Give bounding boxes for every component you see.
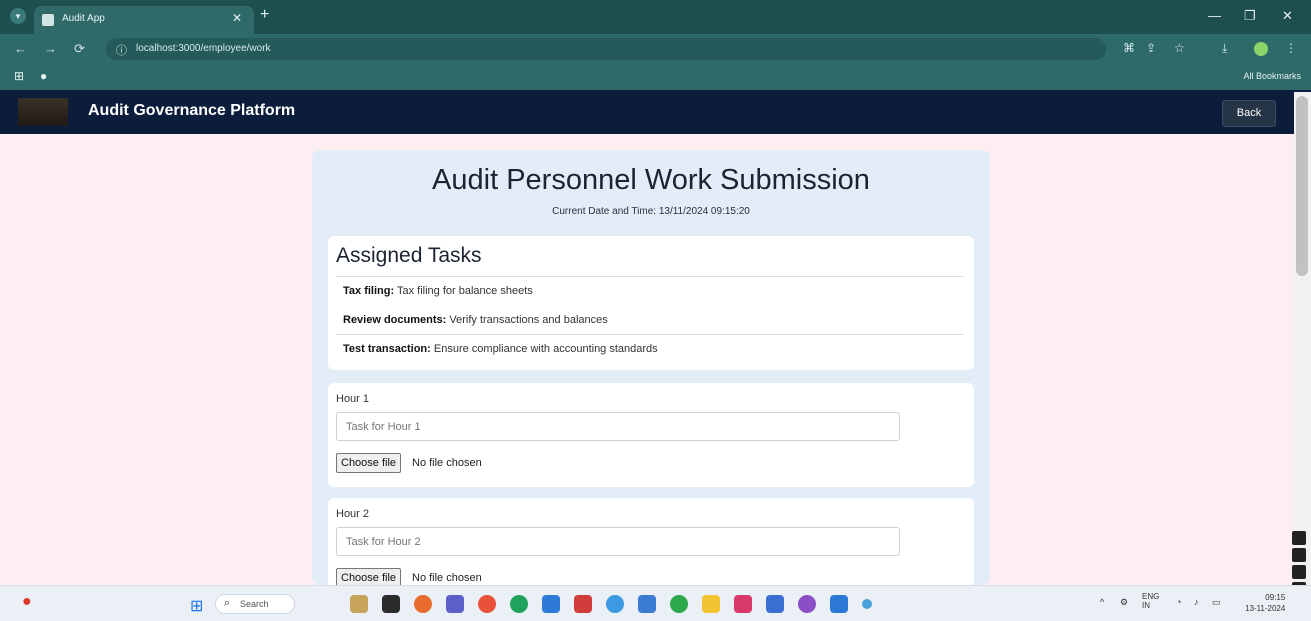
download-icon[interactable]: ⤓ bbox=[1222, 41, 1227, 56]
widget-icon[interactable] bbox=[1292, 531, 1306, 545]
app-icon[interactable] bbox=[670, 595, 688, 613]
app-title: Audit Governance Platform bbox=[88, 102, 296, 119]
reload-icon[interactable]: ⟳ bbox=[74, 41, 85, 57]
menu-icon[interactable]: ⋮ bbox=[1285, 41, 1297, 55]
taskbar-search[interactable]: ⌕ Search bbox=[215, 594, 295, 614]
hour-task-input[interactable] bbox=[336, 412, 900, 441]
tab-close-icon[interactable]: ✕ bbox=[232, 11, 242, 25]
choose-file-button[interactable]: Choose file bbox=[336, 453, 402, 473]
file-explorer-icon[interactable] bbox=[702, 595, 720, 613]
task-description: Verify transactions and balances bbox=[449, 314, 608, 326]
app-logo bbox=[18, 98, 68, 126]
forward-arrow-icon[interactable]: → bbox=[44, 41, 57, 56]
url-text: localhost:3000/employee/work bbox=[136, 43, 271, 54]
file-status: No file chosen bbox=[412, 457, 482, 469]
app-icon[interactable] bbox=[606, 595, 624, 613]
new-tab-icon[interactable]: + bbox=[260, 6, 269, 24]
app-icon[interactable] bbox=[414, 595, 432, 613]
back-arrow-icon[interactable]: ← bbox=[14, 41, 27, 56]
current-datetime: Current Date and Time: 13/11/2024 09:15:… bbox=[552, 206, 750, 217]
app-icon[interactable] bbox=[798, 595, 816, 613]
bookmark-globe-icon[interactable]: ● bbox=[40, 69, 47, 83]
hour-task-input[interactable] bbox=[336, 527, 900, 556]
address-toolbar: ← → ⟳ ⓘ localhost:3000/employee/work ⌘ ⇪… bbox=[0, 34, 1311, 64]
apps-grid-icon[interactable]: ⊞ bbox=[14, 69, 24, 83]
minimize-icon[interactable]: — bbox=[1208, 8, 1221, 23]
search-icon: ⌕ bbox=[224, 597, 231, 609]
hour-entry: Hour 2 Choose file No file chosen bbox=[328, 498, 974, 585]
browser-tab-strip: ▾ Audit App ✕ + — ❐ ✕ bbox=[0, 0, 1311, 34]
assigned-tasks-heading: Assigned Tasks bbox=[336, 244, 482, 267]
task-name: Review documents: bbox=[343, 314, 447, 326]
hour-label: Hour 1 bbox=[336, 393, 370, 405]
translate-icon[interactable]: ⌘ bbox=[1123, 41, 1135, 55]
task-item: Test transaction: Ensure compliance with… bbox=[336, 334, 964, 364]
tab-favicon-icon bbox=[42, 14, 54, 26]
all-bookmarks-link[interactable]: All Bookmarks bbox=[1243, 71, 1301, 81]
taskview-icon[interactable] bbox=[382, 595, 400, 613]
taskbar-clock[interactable]: 09:15 13-11-2024 bbox=[1245, 592, 1285, 614]
browser-tab[interactable]: Audit App ✕ bbox=[34, 6, 254, 34]
app-icon[interactable] bbox=[638, 595, 656, 613]
store-icon[interactable] bbox=[542, 595, 560, 613]
app-icon[interactable] bbox=[734, 595, 752, 613]
hour-entry: Hour 1 Choose file No file chosen bbox=[328, 383, 974, 487]
weather-icon[interactable]: ● bbox=[22, 593, 32, 611]
teams-icon[interactable] bbox=[446, 595, 464, 613]
language-indicator[interactable]: ENG IN bbox=[1142, 592, 1162, 610]
video-icon[interactable] bbox=[1292, 565, 1306, 579]
app-icon[interactable] bbox=[766, 595, 784, 613]
battery-icon[interactable]: ▭ bbox=[1212, 597, 1221, 608]
task-description: Ensure compliance with accounting standa… bbox=[433, 343, 658, 355]
task-description: Tax filing for balance sheets bbox=[397, 285, 533, 297]
url-field[interactable]: ⓘ localhost:3000/employee/work bbox=[106, 38, 1106, 60]
tray-app-icon[interactable]: ⚙ bbox=[1120, 597, 1128, 608]
tab-title: Audit App bbox=[62, 13, 105, 24]
os-taskbar: ● ⊞ ⌕ Search ^ ⚙ ENG IN ◔ ♪ ▭ 09:15 13-1… bbox=[0, 585, 1311, 621]
site-info-icon[interactable]: ⓘ bbox=[116, 42, 127, 58]
share-icon[interactable]: ⇪ bbox=[1146, 41, 1156, 55]
profile-avatar[interactable] bbox=[1254, 42, 1268, 56]
file-status: No file chosen bbox=[412, 572, 482, 584]
tray-chevron-icon[interactable]: ^ bbox=[1100, 597, 1104, 607]
widgets-icon[interactable] bbox=[350, 595, 368, 613]
edge-icon[interactable] bbox=[510, 595, 528, 613]
clock-time: 09:15 bbox=[1265, 593, 1286, 602]
assigned-tasks-panel: Assigned Tasks Tax filing: Tax filing fo… bbox=[328, 236, 974, 370]
chrome-icon[interactable] bbox=[478, 595, 496, 613]
app-icon[interactable] bbox=[574, 595, 592, 613]
search-label: Search bbox=[240, 599, 269, 609]
start-icon[interactable]: ⊞ bbox=[190, 596, 203, 616]
wifi-icon[interactable]: ◔ bbox=[1176, 597, 1181, 607]
app-icon[interactable] bbox=[862, 599, 872, 609]
hour-label: Hour 2 bbox=[336, 508, 370, 520]
scrollbar-thumb[interactable] bbox=[1296, 96, 1308, 276]
vscode-icon[interactable] bbox=[830, 595, 848, 613]
bookmark-star-icon[interactable]: ☆ bbox=[1174, 41, 1185, 55]
restore-icon[interactable]: ❐ bbox=[1244, 8, 1256, 24]
choose-file-button[interactable]: Choose file bbox=[336, 568, 402, 585]
close-window-icon[interactable]: ✕ bbox=[1282, 8, 1293, 24]
task-name: Tax filing: bbox=[343, 285, 395, 297]
camera-icon[interactable] bbox=[1292, 548, 1306, 562]
task-item: Review documents: Verify transactions an… bbox=[336, 306, 964, 336]
task-item: Tax filing: Tax filing for balance sheet… bbox=[336, 276, 964, 306]
clock-date: 13-11-2024 bbox=[1245, 604, 1286, 613]
page-title: Audit Personnel Work Submission bbox=[432, 164, 870, 196]
back-button[interactable]: Back bbox=[1222, 100, 1276, 127]
task-name: Test transaction: bbox=[343, 343, 431, 355]
volume-icon[interactable]: ♪ bbox=[1194, 597, 1199, 607]
bookmarks-bar: ⊞ ● All Bookmarks bbox=[0, 64, 1311, 90]
work-submission-card: Audit Personnel Work Submission Current … bbox=[312, 150, 990, 585]
tab-list-icon[interactable]: ▾ bbox=[10, 8, 26, 24]
app-header: Audit Governance Platform Back bbox=[0, 90, 1311, 134]
